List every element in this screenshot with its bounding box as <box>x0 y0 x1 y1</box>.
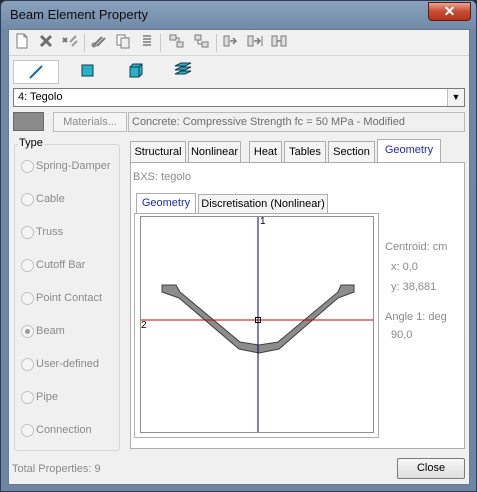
tab-heat[interactable]: Heat <box>249 141 282 162</box>
axis-2-label: 2 <box>141 320 147 331</box>
shell-type-button[interactable] <box>65 60 111 84</box>
chevron-down-icon[interactable]: ▼ <box>447 89 464 106</box>
subtab-discretisation[interactable]: Discretisation (Nonlinear) <box>198 194 328 214</box>
materials-button[interactable]: Materials... <box>53 112 127 132</box>
centroid-x: x: 0,0 <box>391 261 418 273</box>
send-all-icon[interactable] <box>245 33 265 53</box>
radio-button[interactable] <box>21 160 34 173</box>
tab-section[interactable]: Section <box>328 141 375 162</box>
window-title: Beam Element Property <box>10 7 149 22</box>
stack-icon <box>174 62 192 75</box>
brick-type-button[interactable] <box>113 60 159 84</box>
type-option-label: Spring-Damper <box>36 160 111 172</box>
radio-button[interactable] <box>21 226 34 239</box>
title-bar[interactable]: Beam Element Property ✕ <box>1 1 476 29</box>
export-icon[interactable] <box>192 33 212 53</box>
property-select[interactable]: 4: Tegolo ▼ <box>13 88 465 107</box>
toolbar-separator <box>160 34 161 52</box>
beam-type-button[interactable] <box>13 60 59 84</box>
toolbar-separator <box>84 34 85 52</box>
tab-tables[interactable]: Tables <box>284 141 326 162</box>
toolbar-separator <box>216 34 217 52</box>
angle-title: Angle 1: deg <box>385 311 447 323</box>
type-option-label: Connection <box>36 424 92 436</box>
window: Beam Element Property ✕ 4: Tegolo ▼ Mate… <box>0 0 477 492</box>
axis-1-label: 1 <box>260 216 266 227</box>
paste-icon[interactable] <box>137 33 157 53</box>
radio-button[interactable] <box>21 424 34 437</box>
material-description: Concrete: Compressive Strength fc = 50 M… <box>128 112 465 132</box>
window-close-button[interactable]: ✕ <box>428 2 471 21</box>
close-button[interactable]: Close <box>397 458 465 479</box>
cut-icon[interactable] <box>89 33 109 53</box>
radio-button-checked[interactable] <box>21 325 34 338</box>
geometry-panel: BXS: tegolo Geometry Discretisation (Non… <box>130 162 465 449</box>
close-icon: ✕ <box>443 3 456 19</box>
section-name: BXS: tegolo <box>133 171 192 183</box>
property-select-value: 4: Tegolo <box>18 91 63 103</box>
type-option-label: Pipe <box>36 391 59 403</box>
radio-button[interactable] <box>21 358 34 371</box>
radio-button[interactable] <box>21 292 34 305</box>
new-icon[interactable] <box>12 33 32 53</box>
centroid-y: y: 38,681 <box>391 281 437 293</box>
subtab-geometry[interactable]: Geometry <box>136 193 196 215</box>
layer-type-button[interactable] <box>161 60 207 84</box>
clean-icon[interactable] <box>60 33 80 53</box>
line-icon <box>29 65 43 79</box>
copy-icon[interactable] <box>113 33 133 53</box>
import-icon[interactable] <box>167 33 187 53</box>
radio-button[interactable] <box>21 193 34 206</box>
delete-icon[interactable] <box>36 33 56 53</box>
type-option-label: Beam <box>36 325 65 337</box>
tab-geometry[interactable]: Geometry <box>377 139 441 163</box>
tab-nonlinear[interactable]: Nonlinear <box>188 141 241 162</box>
transfer-icon[interactable] <box>269 33 289 53</box>
type-option-label: Point Contact <box>36 292 103 304</box>
type-group-legend: Type <box>18 137 44 149</box>
type-option-label: Cable <box>36 193 65 205</box>
cube-icon <box>129 63 143 78</box>
type-option-label: User-defined <box>36 358 99 370</box>
section-drawing <box>141 217 373 432</box>
section-subpanel: 1 2 <box>134 213 379 438</box>
radio-button[interactable] <box>21 259 34 272</box>
section-canvas[interactable]: 1 2 <box>140 216 374 433</box>
dialog-client: 4: Tegolo ▼ Materials... Concrete: Compr… <box>8 29 470 485</box>
radio-button[interactable] <box>21 391 34 404</box>
total-properties: Total Properties: 9 <box>12 463 101 475</box>
type-option-label: Truss <box>36 226 64 238</box>
element-type-toolbar <box>9 58 469 86</box>
type-option-label: Cutoff Bar <box>36 259 86 271</box>
send-icon[interactable] <box>221 33 241 53</box>
centroid-title: Centroid: cm <box>385 241 448 253</box>
tab-structural[interactable]: Structural <box>130 141 186 162</box>
toolbar <box>9 30 469 56</box>
square-icon <box>81 64 94 77</box>
material-color-swatch[interactable] <box>13 112 44 131</box>
angle-value: 90,0 <box>391 329 413 341</box>
